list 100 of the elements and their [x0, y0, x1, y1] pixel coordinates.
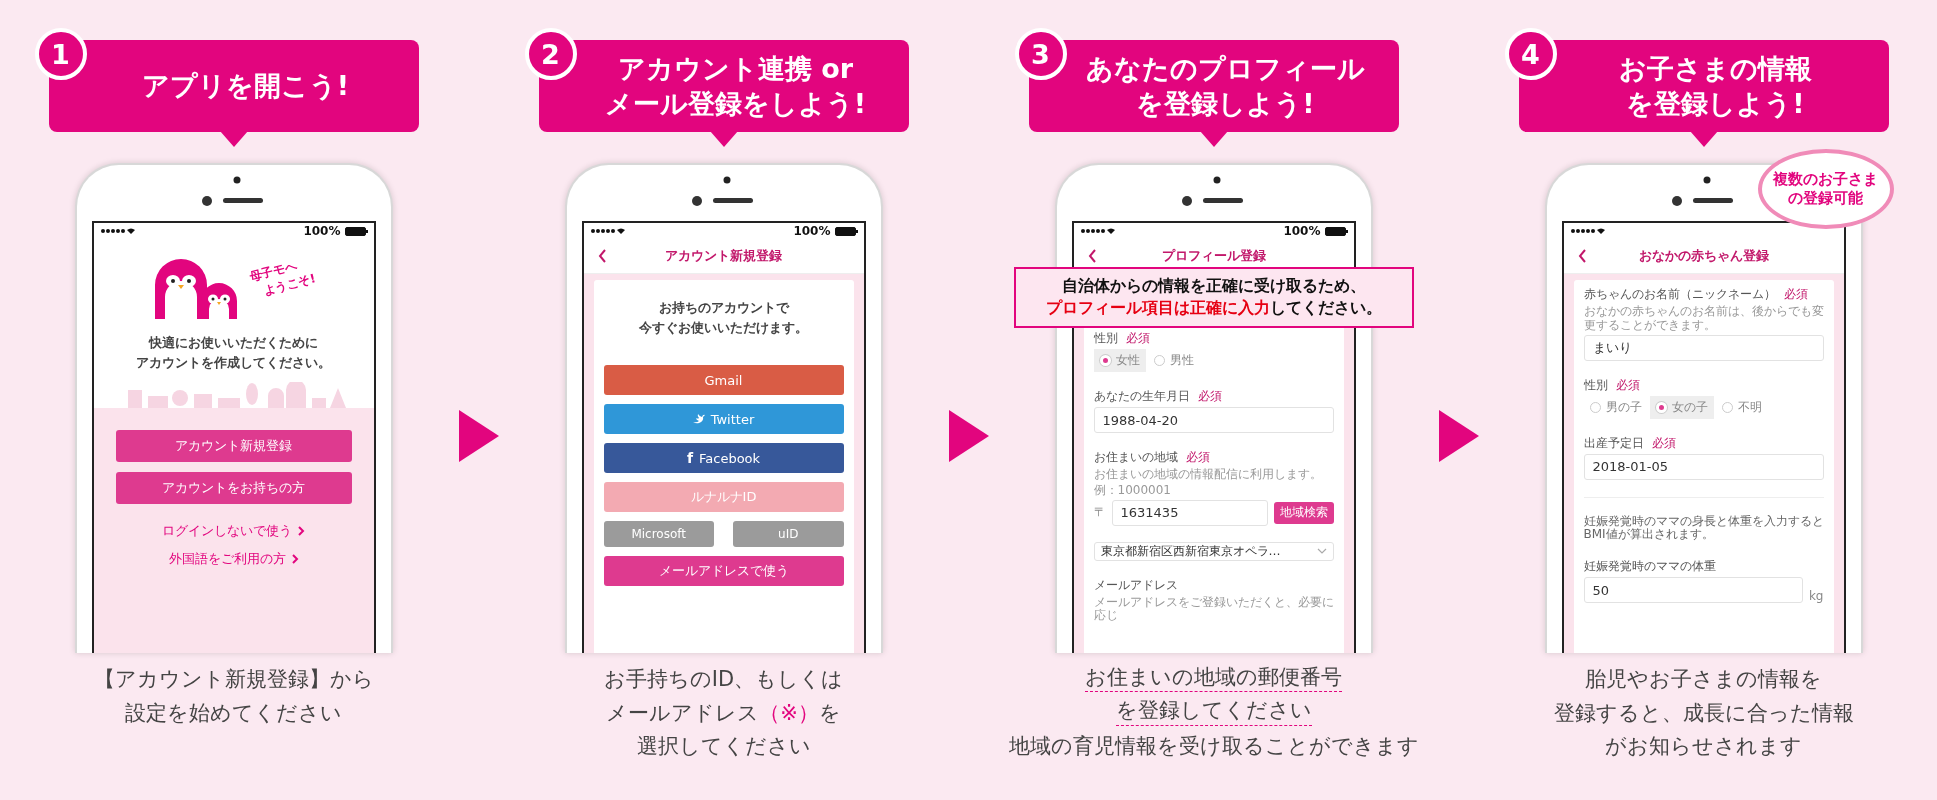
back-icon[interactable] — [597, 249, 607, 263]
signal-icon — [1568, 227, 1605, 235]
arrow-right-icon — [458, 410, 499, 462]
address-dropdown[interactable]: 東京都新宿区西新宿東京オペラ… — [1093, 541, 1334, 561]
sign-in-button[interactable]: Twitter — [603, 404, 844, 434]
app-button[interactable]: アカウントをお持ちの方 — [115, 472, 352, 504]
notice-text: プロフィール項目は正確に入力 してください。 — [1045, 297, 1382, 320]
step-number: 2 — [524, 28, 577, 80]
instruction-text: 快適にお使いいただくために — [149, 334, 318, 352]
required-label: 必須 — [1615, 376, 1640, 394]
field-label: 性別 — [1093, 330, 1118, 347]
signal-icon — [98, 227, 135, 235]
step-number: 4 — [1504, 28, 1557, 80]
bubble-text: 複数のお子さま — [1773, 169, 1878, 189]
instruction-text: お持ちのアカウントで — [658, 299, 789, 317]
radio-option[interactable]: 女の子 — [1649, 395, 1714, 419]
radio-option[interactable]: 男の子 — [1583, 395, 1648, 419]
required-label: 必須 — [1783, 286, 1808, 303]
help-text: おなかの赤ちゃんのお名前は、後からでも変更することができます。 — [1583, 305, 1824, 333]
radio-label: 不明 — [1737, 398, 1762, 416]
back-icon[interactable] — [1087, 249, 1097, 263]
screen-title: アカウント新規登録 — [664, 247, 783, 265]
radio-option[interactable]: 不明 — [1715, 395, 1768, 419]
bubble-text: の登録可能 — [1788, 189, 1863, 209]
text-input[interactable]: 2018-01-05 — [1583, 453, 1824, 480]
unit-label: kg — [1808, 589, 1824, 604]
postal-mark: 〒 — [1093, 504, 1106, 522]
notice-text: 自治体からの情報を正確に受け取るため、 — [1061, 275, 1366, 297]
step-heading: あなたのプロフィール — [1086, 51, 1365, 86]
field-label: メールアドレス — [1093, 576, 1178, 594]
text-input[interactable]: 50 — [1583, 577, 1803, 604]
field-label: 出産予定日 — [1583, 434, 1644, 452]
step-description: メールアドレス（※）を — [606, 699, 841, 727]
step-description: 地域の育児情報を受け取ることができます — [1008, 732, 1419, 760]
step-description: 設定を始めてください — [125, 699, 342, 727]
radio-label: 男性 — [1169, 352, 1194, 369]
postal-code-input[interactable]: 1631435 — [1111, 499, 1268, 526]
step-description: がお知らせされます — [1605, 733, 1802, 761]
screen-title: おなかの赤ちゃん登録 — [1637, 247, 1770, 265]
radio-button[interactable] — [1589, 401, 1601, 413]
step-number: 1 — [34, 28, 87, 80]
field-label: あなたの生年月日 — [1093, 388, 1190, 405]
text-input[interactable]: 1988-04-20 — [1093, 407, 1334, 433]
sign-in-button[interactable]: uID — [733, 521, 844, 547]
step-description: 【アカウント新規登録】から — [93, 666, 374, 693]
step-heading: お子さまの情報 — [1619, 51, 1812, 86]
required-label: 必須 — [1185, 449, 1210, 466]
field-label: 赤ちゃんのお名前（ニックネーム） — [1583, 286, 1776, 303]
letter-f-icon: f — [686, 450, 693, 466]
instruction-text: アカウントを作成してください。 — [136, 353, 331, 372]
arrow-right-icon — [948, 410, 989, 462]
radio-option[interactable]: 女性 — [1093, 349, 1146, 372]
step-description: 胎児やお子さまの情報を — [1585, 666, 1822, 693]
battery-percent: 100% — [303, 224, 341, 238]
required-label: 必須 — [1651, 434, 1676, 452]
step-heading: アプリを開こう! — [141, 69, 350, 104]
sign-in-button[interactable]: Microsoft — [603, 521, 714, 547]
instruction-text: 今すぐお使いいただけます。 — [639, 318, 808, 337]
chevron-down-icon — [1316, 548, 1327, 555]
step-description: 選択してください — [636, 733, 811, 761]
field-label: お住まいの地域 — [1093, 449, 1178, 466]
help-text: メールアドレスをご登録いただくと、必要に応じ — [1093, 595, 1334, 624]
battery-percent: 100% — [1283, 224, 1321, 238]
radio-label: 女性 — [1115, 352, 1140, 369]
step-description: 登録すると、成長に合った情報 — [1553, 699, 1854, 727]
field-label: 性別 — [1583, 376, 1608, 394]
back-icon[interactable] — [1577, 249, 1587, 263]
radio-button[interactable] — [1153, 355, 1165, 366]
chevron-right-icon — [298, 526, 305, 536]
battery-percent: 100% — [793, 224, 831, 238]
help-text: お住まいの地域の情報配信に利用します。 — [1093, 468, 1323, 482]
sign-in-button[interactable]: f Facebook — [603, 443, 844, 473]
radio-button[interactable] — [1721, 401, 1733, 413]
text-link[interactable]: 外国語をご利用の方 — [168, 550, 299, 568]
chevron-right-icon — [291, 554, 299, 564]
battery-icon — [344, 226, 369, 236]
required-label: 必須 — [1197, 388, 1222, 405]
app-button[interactable]: アカウント新規登録 — [115, 430, 352, 462]
step-number: 3 — [1014, 28, 1067, 80]
text-input[interactable]: まいり — [1583, 334, 1824, 361]
bird-icon — [692, 414, 705, 424]
text-link[interactable]: ログインしないで使う — [162, 522, 305, 540]
sign-in-button[interactable]: メールアドレスで使う — [603, 556, 844, 586]
step-description: お手持ちのID、もしくは — [603, 666, 844, 693]
battery-icon — [834, 226, 859, 236]
help-text: 例：1000001 — [1093, 483, 1172, 498]
arrow-right-icon — [1438, 410, 1479, 462]
step-heading: メール登録をしよう! — [604, 87, 867, 121]
radio-option[interactable]: 男性 — [1147, 349, 1200, 372]
signal-icon — [588, 227, 625, 235]
field-label: 妊娠発覚時のママの体重 — [1583, 558, 1716, 576]
signal-icon — [1078, 227, 1115, 235]
step-description: を登録してください — [1115, 696, 1312, 726]
battery-icon — [1324, 226, 1349, 236]
step-heading: を登録しよう! — [1626, 87, 1805, 121]
sign-in-button[interactable]: Gmail — [603, 365, 844, 395]
area-search-button[interactable]: 地域検索 — [1273, 501, 1334, 524]
step-heading: を登録しよう! — [1136, 87, 1315, 121]
step-description: お住まいの地域の郵便番号 — [1085, 663, 1342, 693]
required-label: 必須 — [1125, 330, 1150, 347]
